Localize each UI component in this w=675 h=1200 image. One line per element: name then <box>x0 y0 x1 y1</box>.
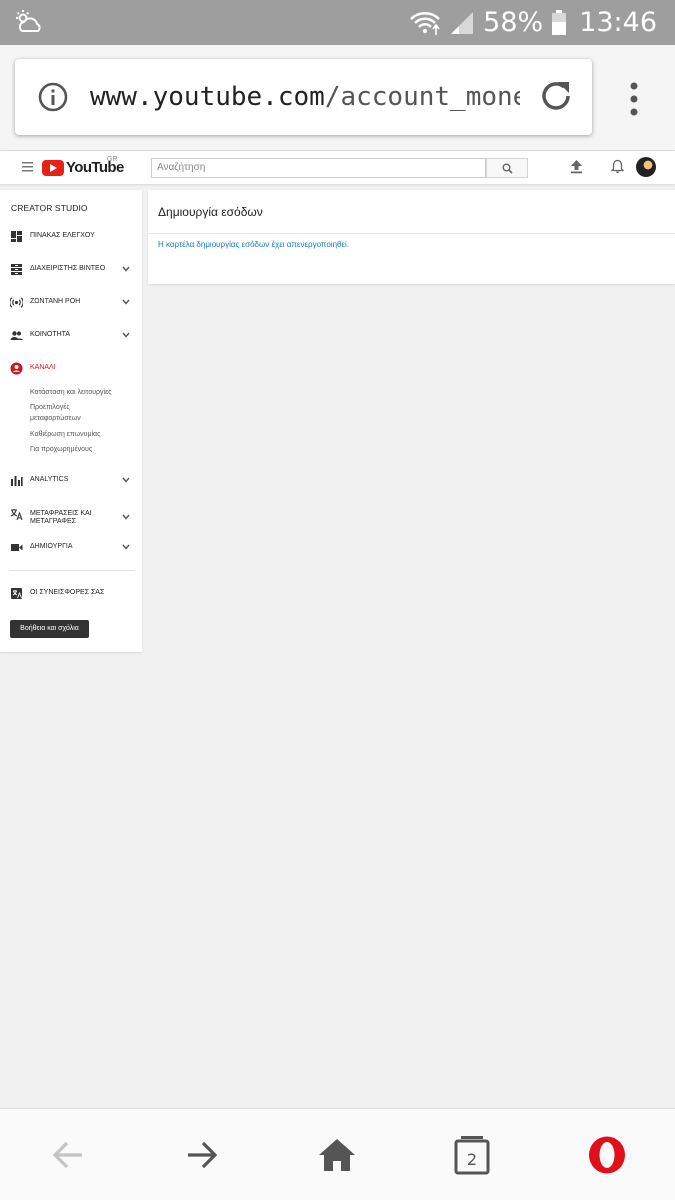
sidebar-item-label: ΔΗΜΙΟΥΡΓΙΑ <box>30 543 73 550</box>
contributions-icon <box>11 588 22 599</box>
sidebar-item-live-stream[interactable]: ΖΩΝΤΑΝΗ ΡΟΗ <box>0 293 142 313</box>
sidebar-item-label: ΜΕΤΑΦΡΑΣΕΙΣ ΚΑΙ ΜΕΤΑΓΡΑΦΕΣ <box>30 510 92 526</box>
signal-icon <box>451 11 474 34</box>
sidebar-item-label: ΔΙΑΧΕΙΡΙΣΤΗΣ ΒΙΝΤΕΟ <box>30 265 106 272</box>
label-line-1: ΜΕΤΑΦΡΑΣΕΙΣ ΚΑΙ <box>30 510 92 517</box>
chevron-down-icon[interactable] <box>122 299 130 305</box>
sidebar-title: CREATOR STUDIO <box>11 203 88 213</box>
label-line-2: ΜΕΤΑΓΡΑΦΕΣ <box>30 518 76 525</box>
monetization-card: Δημιουργία εσόδων Η καρτέλα δημιουργίας … <box>148 190 675 284</box>
community-icon <box>10 331 23 340</box>
help-feedback-button[interactable]: Βοήθεια και σχόλια <box>10 620 89 638</box>
clock: 13:46 <box>579 7 657 38</box>
translate-icon <box>10 509 23 521</box>
video-manager-icon <box>11 264 22 275</box>
channel-icon <box>10 362 23 375</box>
sidebar-item-label: ΠΙΝΑΚΑΣ ΕΛΕΓΧΟΥ <box>30 232 95 239</box>
sidebar-item-translations[interactable]: ΜΕΤΑΦΡΑΣΕΙΣ ΚΑΙ ΜΕΤΑΓΡΑΦΕΣ <box>0 505 142 525</box>
create-icon <box>11 544 23 551</box>
upload-icon[interactable] <box>570 159 583 174</box>
reload-icon[interactable] <box>537 77 575 115</box>
sidebar-item-dashboard[interactable]: ΠΙΝΑΚΑΣ ΕΛΕΓΧΟΥ <box>0 227 142 247</box>
sidebar-item-channel[interactable]: ΚΑΝΑΛΙ <box>0 359 142 379</box>
channel-subitem-branding[interactable]: Καθιέρωση επωνυμίας <box>30 429 130 440</box>
opera-icon[interactable] <box>587 1135 627 1175</box>
sidebar-item-label: ΖΩΝΤΑΝΗ ΡΟΗ <box>30 298 81 305</box>
home-icon[interactable] <box>317 1135 357 1175</box>
region-code: GR <box>107 156 118 163</box>
channel-subitem-status[interactable]: Κατάσταση και λειτουργίες <box>30 387 130 398</box>
sidebar-item-create[interactable]: ΔΗΜΙΟΥΡΓΙΑ <box>0 538 142 558</box>
chevron-down-icon[interactable] <box>122 514 130 520</box>
chevron-down-icon[interactable] <box>122 477 130 483</box>
sidebar-item-community[interactable]: ΚΟΙΝΟΤΗΤΑ <box>0 326 142 346</box>
chevron-down-icon[interactable] <box>122 544 130 550</box>
battery-percent: 58% <box>483 7 544 38</box>
chevron-down-icon[interactable] <box>122 332 130 338</box>
dashboard-icon <box>11 231 22 242</box>
channel-subitem-upload-defaults-line2[interactable]: μεταφορτώσεων <box>30 413 130 424</box>
tabs-count: 2 <box>466 1150 478 1169</box>
more-vert-icon[interactable] <box>620 81 648 117</box>
weather-icon <box>16 10 41 32</box>
channel-subitem-upload-defaults[interactable]: Προεπιλογές <box>30 402 130 413</box>
monetization-disabled-message: Η καρτέλα δημιουργίας εσόδων έχει απενερ… <box>158 240 350 249</box>
menu-icon[interactable] <box>22 162 33 172</box>
search-icon <box>502 163 513 174</box>
sidebar-item-label: ΚΑΝΑΛΙ <box>30 364 56 371</box>
status-bar: 58% 13:46 <box>0 0 675 45</box>
back-arrow-icon[interactable] <box>48 1135 88 1175</box>
forward-arrow-icon[interactable] <box>182 1135 222 1175</box>
analytics-icon <box>11 476 23 486</box>
battery-icon <box>552 9 567 35</box>
sidebar-item-video-manager[interactable]: ΔΙΑΧΕΙΡΙΣΤΗΣ ΒΙΝΤΕΟ <box>0 260 142 280</box>
sidebar-item-contributions[interactable]: ΟΙ ΣΥΝΕΙΣΦΟΡΕΣ ΣΑΣ <box>0 584 142 604</box>
youtube-header: YouTube GR Αναζήτηση <box>0 150 675 184</box>
sidebar-item-label: ΟΙ ΣΥΝΕΙΣΦΟΡΕΣ ΣΑΣ <box>30 589 105 596</box>
url-host: www.youtube.com <box>90 82 325 112</box>
url-text[interactable]: www.youtube.com/account_monetiza <box>90 77 520 117</box>
sidebar-divider <box>9 570 135 571</box>
url-path: /account_monetiza <box>324 82 520 112</box>
live-stream-icon <box>10 297 23 308</box>
tabs-button[interactable]: 2 <box>452 1135 492 1175</box>
search-button[interactable] <box>486 158 528 178</box>
browser-bottom-nav: 2 <box>0 1108 675 1200</box>
sidebar-item-analytics[interactable]: ANALYTICS <box>0 471 142 491</box>
page-title: Δημιουργία εσόδων <box>158 205 263 219</box>
chevron-down-icon[interactable] <box>122 266 130 272</box>
avatar[interactable] <box>636 157 656 177</box>
card-divider <box>148 233 675 234</box>
address-bar[interactable]: www.youtube.com/account_monetiza <box>15 59 592 135</box>
youtube-play-icon <box>42 159 64 176</box>
bell-icon[interactable] <box>611 159 624 174</box>
sidebar-item-label: ANALYTICS <box>30 476 69 483</box>
channel-subitem-advanced[interactable]: Για προχωρημένους <box>30 444 130 455</box>
info-icon[interactable] <box>37 81 69 113</box>
wifi-icon <box>410 11 441 35</box>
creator-studio-sidebar: CREATOR STUDIO ΠΙΝΑΚΑΣ ΕΛΕΓΧΟΥ ΔΙΑΧΕΙΡΙΣ… <box>0 190 142 652</box>
sidebar-item-label: ΚΟΙΝΟΤΗΤΑ <box>30 331 71 338</box>
browser-toolbar: www.youtube.com/account_monetiza <box>0 45 675 150</box>
search-input[interactable]: Αναζήτηση <box>151 158 486 178</box>
